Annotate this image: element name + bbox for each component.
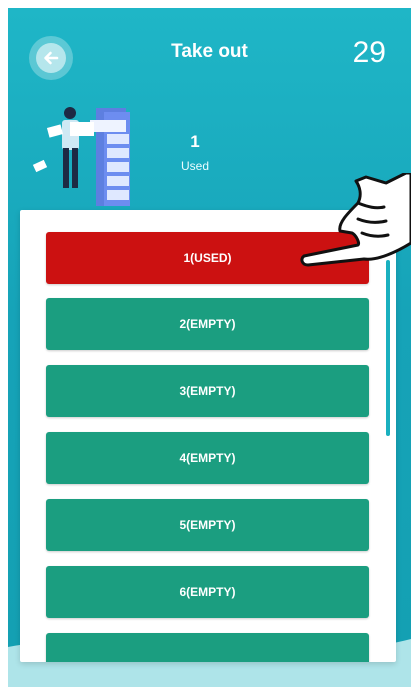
slot-label: 4(EMPTY) <box>179 451 236 465</box>
slot-label: 6(EMPTY) <box>179 585 236 599</box>
slot-6-button[interactable]: 6(EMPTY) <box>46 566 369 618</box>
app-screen: Take out 29 1 Used 1(USED) 2(EMPTY) 3(EM… <box>8 8 411 687</box>
page-title: Take out <box>171 41 248 62</box>
pointing-hand-icon <box>300 173 411 267</box>
countdown-counter: 29 <box>352 36 386 69</box>
used-count: 1 <box>190 132 200 151</box>
slot-5-button[interactable]: 5(EMPTY) <box>46 499 369 551</box>
slot-label: 1(USED) <box>183 251 232 265</box>
slot-label: 3(EMPTY) <box>179 384 236 398</box>
slot-label: 5(EMPTY) <box>179 518 236 532</box>
slot-label: 2(EMPTY) <box>179 317 236 331</box>
filing-cabinet-illustration <box>32 107 130 206</box>
slot-4-button[interactable]: 4(EMPTY) <box>46 432 369 484</box>
scrollbar[interactable] <box>386 260 390 436</box>
slot-3-button[interactable]: 3(EMPTY) <box>46 365 369 417</box>
slot-2-button[interactable]: 2(EMPTY) <box>46 298 369 350</box>
slot-7-button[interactable] <box>46 633 369 662</box>
used-label: Used <box>180 159 209 173</box>
